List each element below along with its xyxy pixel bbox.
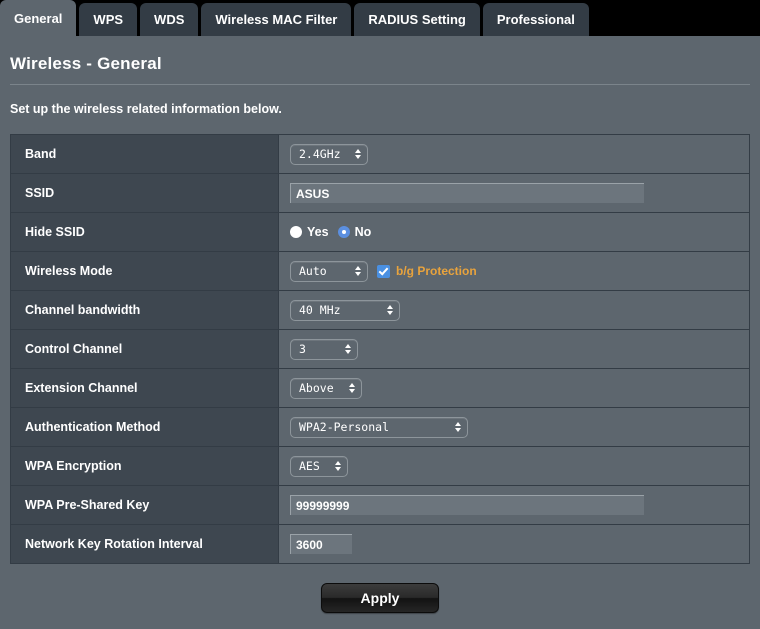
extension-channel-select[interactable]: Above xyxy=(290,378,362,399)
tab-wps-label: WPS xyxy=(93,13,123,26)
label-key-rotation: Network Key Rotation Interval xyxy=(11,525,279,563)
tab-radius-setting-label: RADIUS Setting xyxy=(368,13,466,26)
apply-button-label: Apply xyxy=(361,590,400,606)
value-wpa-psk xyxy=(279,486,749,524)
radio-yes-icon xyxy=(290,226,302,238)
checkmark-icon xyxy=(377,265,390,278)
channel-bandwidth-select-value: 40 MHz xyxy=(299,303,341,317)
stepper-arrows-icon xyxy=(335,461,341,471)
table-row-channel-bandwidth: Channel bandwidth 40 MHz xyxy=(11,291,749,330)
table-row-wireless-mode: Wireless Mode Auto b/g Protection xyxy=(11,252,749,291)
hide-ssid-radio-no[interactable]: No xyxy=(338,225,372,239)
value-channel-bandwidth: 40 MHz xyxy=(279,291,749,329)
tab-wps[interactable]: WPS xyxy=(79,3,137,36)
authentication-method-select-value: WPA2-Personal xyxy=(299,420,389,434)
wpa-encryption-select-value: AES xyxy=(299,459,320,473)
extension-channel-select-value: Above xyxy=(299,381,334,395)
table-row-extension-channel: Extension Channel Above xyxy=(11,369,749,408)
table-row-control-channel: Control Channel 3 xyxy=(11,330,749,369)
wireless-mode-select[interactable]: Auto xyxy=(290,261,368,282)
label-band: Band xyxy=(11,135,279,173)
table-row-wpa-encryption: WPA Encryption AES xyxy=(11,447,749,486)
tab-wireless-mac-filter-label: Wireless MAC Filter xyxy=(215,13,337,26)
table-row-wpa-psk: WPA Pre-Shared Key xyxy=(11,486,749,525)
tab-radius-setting[interactable]: RADIUS Setting xyxy=(354,3,480,36)
wireless-mode-select-value: Auto xyxy=(299,264,327,278)
label-wpa-encryption: WPA Encryption xyxy=(11,447,279,485)
value-ssid xyxy=(279,174,749,212)
label-wpa-psk: WPA Pre-Shared Key xyxy=(11,486,279,524)
value-control-channel: 3 xyxy=(279,330,749,368)
page-title: Wireless - General xyxy=(10,36,750,84)
control-channel-select[interactable]: 3 xyxy=(290,339,358,360)
label-channel-bandwidth: Channel bandwidth xyxy=(11,291,279,329)
label-authentication-method: Authentication Method xyxy=(11,408,279,446)
label-control-channel: Control Channel xyxy=(11,330,279,368)
apply-area: Apply xyxy=(10,564,750,613)
bg-protection-label: b/g Protection xyxy=(396,264,477,278)
tab-wds-label: WDS xyxy=(154,13,184,26)
tab-bar: General WPS WDS Wireless MAC Filter RADI… xyxy=(0,0,760,36)
stepper-arrows-icon xyxy=(387,305,393,315)
table-row-key-rotation: Network Key Rotation Interval xyxy=(11,525,749,563)
control-channel-select-value: 3 xyxy=(299,342,306,356)
value-wireless-mode: Auto b/g Protection xyxy=(279,252,749,290)
wpa-psk-input[interactable] xyxy=(290,495,644,515)
label-ssid: SSID xyxy=(11,174,279,212)
value-wpa-encryption: AES xyxy=(279,447,749,485)
wireless-settings-table: Band 2.4GHz SSID Hide SSID Yes xyxy=(10,134,750,564)
ssid-input[interactable] xyxy=(290,183,644,203)
stepper-arrows-icon xyxy=(355,266,361,276)
value-extension-channel: Above xyxy=(279,369,749,407)
table-row-hide-ssid: Hide SSID Yes No xyxy=(11,213,749,252)
authentication-method-select[interactable]: WPA2-Personal xyxy=(290,417,468,438)
tab-general-label: General xyxy=(14,12,62,25)
stepper-arrows-icon xyxy=(349,383,355,393)
label-wireless-mode: Wireless Mode xyxy=(11,252,279,290)
tab-general[interactable]: General xyxy=(0,0,76,36)
tab-professional[interactable]: Professional xyxy=(483,3,589,36)
stepper-arrows-icon xyxy=(355,149,361,159)
label-hide-ssid: Hide SSID xyxy=(11,213,279,251)
wpa-encryption-select[interactable]: AES xyxy=(290,456,348,477)
value-band: 2.4GHz xyxy=(279,135,749,173)
value-hide-ssid: Yes No xyxy=(279,213,749,251)
tab-wds[interactable]: WDS xyxy=(140,3,198,36)
table-row-band: Band 2.4GHz xyxy=(11,135,749,174)
key-rotation-input[interactable] xyxy=(290,534,352,554)
stepper-arrows-icon xyxy=(345,344,351,354)
hide-ssid-radio-yes[interactable]: Yes xyxy=(290,225,329,239)
radio-no-icon xyxy=(338,226,350,238)
table-row-authentication-method: Authentication Method WPA2-Personal xyxy=(11,408,749,447)
tab-professional-label: Professional xyxy=(497,13,575,26)
table-row-ssid: SSID xyxy=(11,174,749,213)
value-key-rotation xyxy=(279,525,749,563)
hide-ssid-no-label: No xyxy=(355,225,372,239)
value-authentication-method: WPA2-Personal xyxy=(279,408,749,446)
page-content: Wireless - General Set up the wireless r… xyxy=(0,36,760,613)
stepper-arrows-icon xyxy=(455,422,461,432)
label-extension-channel: Extension Channel xyxy=(11,369,279,407)
hide-ssid-yes-label: Yes xyxy=(307,225,329,239)
apply-button[interactable]: Apply xyxy=(321,583,439,613)
bg-protection-checkbox[interactable]: b/g Protection xyxy=(377,264,477,278)
band-select-value: 2.4GHz xyxy=(299,147,341,161)
page-description: Set up the wireless related information … xyxy=(10,85,750,134)
band-select[interactable]: 2.4GHz xyxy=(290,144,368,165)
channel-bandwidth-select[interactable]: 40 MHz xyxy=(290,300,400,321)
tab-wireless-mac-filter[interactable]: Wireless MAC Filter xyxy=(201,3,351,36)
